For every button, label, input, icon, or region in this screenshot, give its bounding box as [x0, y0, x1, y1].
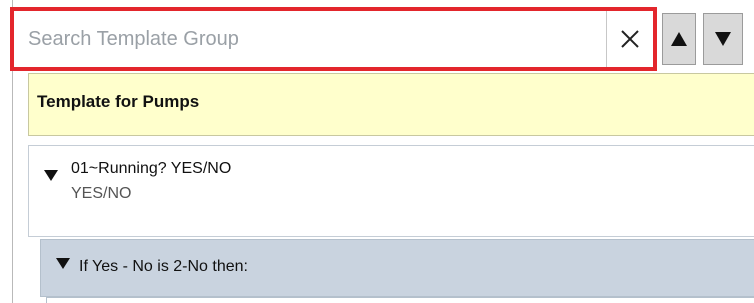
question-title: 01~Running? YES/NO: [71, 160, 232, 177]
clear-search-button[interactable]: [606, 11, 653, 67]
previous-button[interactable]: [662, 13, 696, 65]
next-row-edge: [46, 297, 754, 303]
triangle-up-icon: [671, 32, 687, 46]
template-header[interactable]: Template for Pumps: [28, 73, 754, 136]
triangle-down-icon: [715, 32, 731, 46]
question-row[interactable]: 01~Running? YES/NO YES/NO: [28, 145, 754, 237]
expand-arrow-icon[interactable]: [55, 256, 71, 270]
template-group-panel: Template for Pumps 01~Running? YES/NO YE…: [0, 0, 754, 303]
close-icon: [621, 30, 639, 48]
question-answer-type: YES/NO: [71, 185, 132, 202]
search-input[interactable]: [18, 15, 610, 63]
condition-title: If Yes - No is 2-No then:: [79, 258, 248, 275]
expand-arrow-icon[interactable]: [43, 168, 59, 182]
next-button[interactable]: [703, 13, 743, 65]
search-box: [10, 7, 657, 71]
condition-row[interactable]: If Yes - No is 2-No then:: [40, 239, 754, 297]
template-title: Template for Pumps: [37, 92, 200, 111]
